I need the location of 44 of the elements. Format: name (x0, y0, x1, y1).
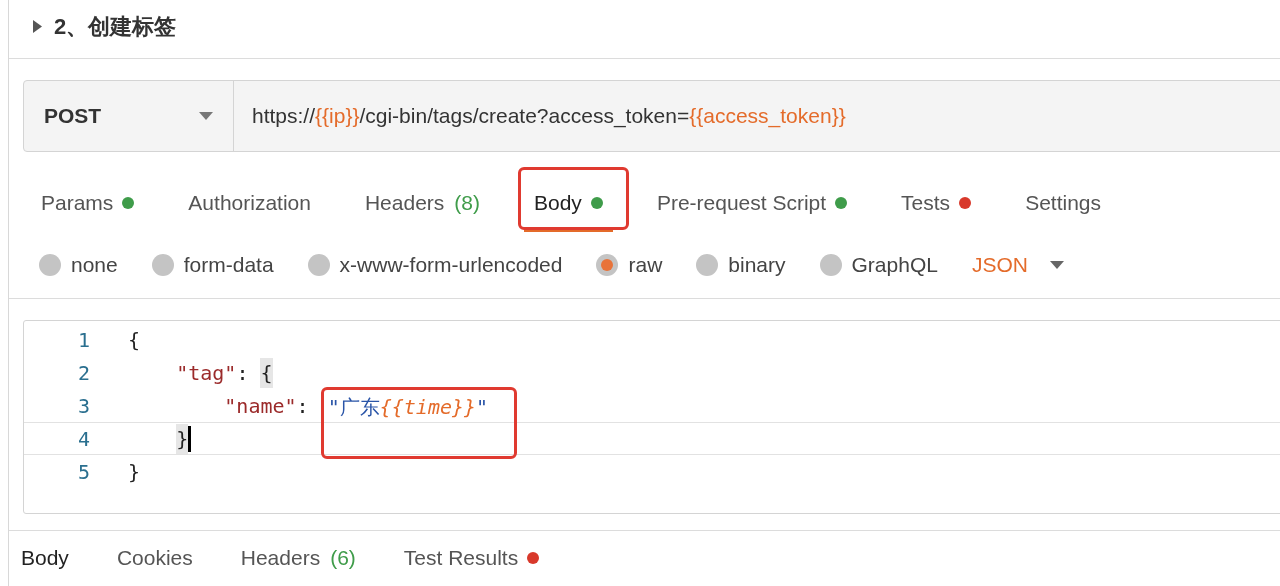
code-token: : (296, 392, 310, 420)
tab[interactable]: Body (11, 542, 79, 574)
radio-button[interactable] (696, 254, 719, 276)
code-token: } (176, 423, 189, 454)
line-number: 5 (76, 458, 90, 486)
code-token: } (128, 458, 141, 486)
code-token: { (128, 326, 141, 354)
tab[interactable]: Test Results (393, 542, 550, 574)
line-number: 2 (76, 359, 90, 387)
radio-option[interactable]: none (39, 249, 118, 281)
radio-button[interactable] (596, 254, 619, 276)
tab[interactable]: Params (31, 176, 145, 232)
radio-button[interactable] (307, 254, 330, 276)
text-cursor (188, 425, 192, 452)
tab[interactable]: Pre-request Script (646, 176, 858, 232)
radio-button[interactable] (151, 254, 174, 276)
tab[interactable]: Tests (891, 176, 982, 232)
radio-option[interactable]: raw (596, 249, 663, 281)
radio-option[interactable]: form-data (151, 249, 274, 281)
radio-button[interactable] (819, 254, 842, 276)
code-token: { (260, 357, 273, 388)
code-editor[interactable]: 1 { 2 "tag": { 3 "name": "广东{{time}}" 4 } 5 } (23, 320, 1280, 514)
tab[interactable]: Body (524, 176, 613, 232)
code-token: "广东 (327, 393, 380, 421)
code-token: " (476, 393, 489, 421)
code-token: "name" (224, 392, 297, 420)
tab[interactable]: Cookies (106, 542, 203, 574)
radio-option[interactable]: binary (696, 249, 786, 281)
code-token: : (236, 359, 250, 387)
line-number: 1 (76, 326, 90, 354)
tab[interactable]: Headers (8) (354, 176, 490, 232)
radio-option[interactable]: GraphQL (819, 249, 938, 281)
line-number: 3 (76, 392, 90, 420)
section-title: 2、创建标签 (54, 12, 177, 41)
tab[interactable]: Headers (6) (230, 542, 366, 574)
code-token: {{time}} (379, 393, 477, 421)
tab[interactable]: Settings (1015, 176, 1111, 232)
caret-icon (1049, 261, 1064, 269)
expand-triangle-icon[interactable] (33, 19, 42, 33)
line-number: 4 (76, 425, 90, 453)
code-token: "tag" (176, 359, 237, 387)
tab[interactable]: Authorization (178, 176, 321, 232)
radio-option[interactable]: x-www-form-urlencoded (307, 249, 563, 281)
radio-button[interactable] (39, 254, 61, 276)
